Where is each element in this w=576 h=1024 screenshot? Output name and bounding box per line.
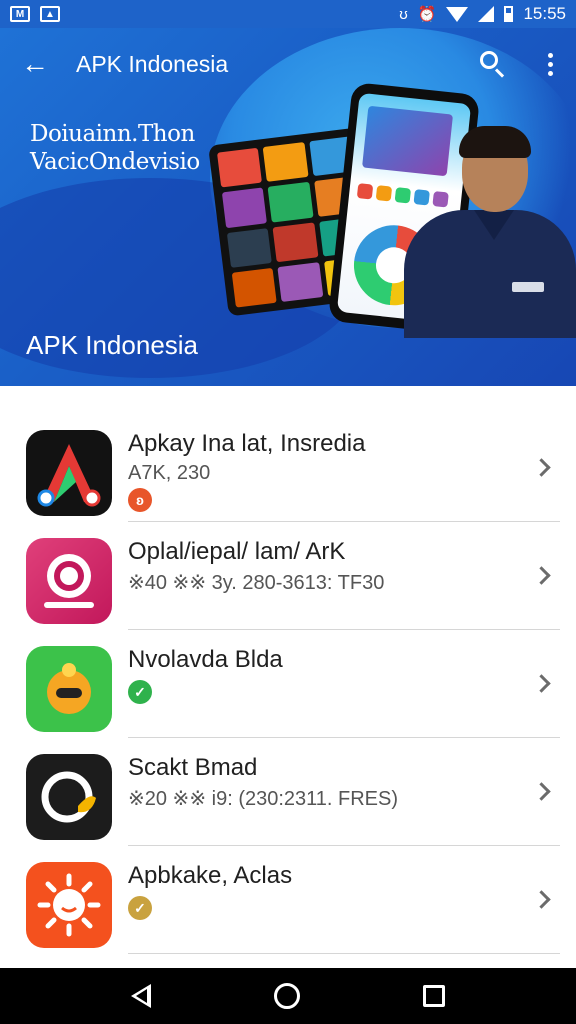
arrow-left-icon: ← xyxy=(21,48,49,79)
camera-face-icon xyxy=(44,554,94,608)
promo-headline: Doiuainn.Thon VacicOndevisio xyxy=(30,120,200,176)
search-button[interactable] xyxy=(478,49,508,79)
header-banner: ← APK Indonesia Doiuainn.Thon VacicOndev… xyxy=(0,28,576,386)
more-vert-icon xyxy=(547,52,553,58)
app-subtitle: ※40 ※※ 3y. 280-3613: TF30 xyxy=(128,572,385,594)
app-icon-pink-camera xyxy=(26,538,112,624)
app-list-item[interactable]: Apbkake, Aclas ✓ xyxy=(0,832,576,954)
phone-app-icon xyxy=(375,185,393,202)
person-badge xyxy=(512,282,544,292)
app-list: Apkay Ina lat, Insredia A7K, 230 ʚ Oplal… xyxy=(0,400,576,1024)
app-screen: M ▲ ʊ ⏰ 15:55 ← APK Indonesia Doiuainn.T… xyxy=(0,0,576,1024)
tablet-tile xyxy=(221,187,268,228)
app-list-item[interactable]: Nvolavda Blda ✓ xyxy=(0,616,576,738)
app-title: Scakt Bmad xyxy=(128,754,258,781)
app-subtitle: A7K, 230 xyxy=(128,462,211,484)
tablet-tile xyxy=(277,261,324,302)
tablet-tile xyxy=(262,142,309,183)
toolbar: ← APK Indonesia xyxy=(0,28,576,100)
chevron-right-icon xyxy=(530,564,552,586)
back-button[interactable]: ← xyxy=(18,47,52,81)
wifi-icon xyxy=(446,6,469,22)
app-list-item[interactable]: Apkay Ina lat, Insredia A7K, 230 ʚ xyxy=(0,400,576,522)
tablet-tile xyxy=(272,221,319,262)
system-navigation-bar xyxy=(0,968,576,1024)
tablet-tile xyxy=(231,267,278,308)
chevron-right-icon xyxy=(530,780,552,802)
app-icon-orange-sun xyxy=(26,862,112,948)
nav-home-icon[interactable] xyxy=(273,983,300,1009)
app-subtitle: ※20 ※※ i9: (230:2311. FRES) xyxy=(128,788,399,810)
phone-app-icon xyxy=(356,183,374,200)
more-vert-dot xyxy=(547,70,553,76)
app-list-item[interactable]: Scakt Bmad ※20 ※※ i9: (230:2311. FRES) xyxy=(0,724,576,846)
promo-line-2: VacicOndevisio xyxy=(30,149,200,175)
verified-check-icon: ✓ xyxy=(128,680,152,704)
app-title: Nvolavda Blda xyxy=(128,646,283,673)
search-icon xyxy=(480,51,498,69)
more-vert-dot xyxy=(547,61,553,67)
ring-leaf-icon xyxy=(41,771,96,823)
status-bar: M ▲ ʊ ⏰ 15:55 xyxy=(0,0,576,28)
letter-a-icon xyxy=(37,444,101,507)
app-list-item[interactable]: Oplal/iepal/ lam/ ArK ※40 ※※ 3y. 280-361… xyxy=(0,508,576,630)
app-icon-dark-ring xyxy=(26,754,112,840)
person-illustration xyxy=(404,126,576,338)
mail-notification-icon: M xyxy=(10,6,30,22)
app-icon-green-android xyxy=(26,646,112,732)
verified-check-icon: ✓ xyxy=(128,896,152,920)
signal-icon xyxy=(478,6,495,22)
more-options-button[interactable] xyxy=(542,49,558,79)
app-icon-apk-a xyxy=(26,430,112,516)
nav-back-icon[interactable] xyxy=(131,984,152,1008)
app-title: Apkay Ina lat, Insredia xyxy=(128,430,366,457)
chevron-right-icon xyxy=(530,672,552,694)
person-hair xyxy=(459,126,531,158)
android-face-icon xyxy=(47,663,91,714)
toolbar-title: APK Indonesia xyxy=(76,50,229,77)
status-time: 15:55 xyxy=(523,4,566,23)
sun-face-icon xyxy=(37,873,101,937)
app-title: Oplal/iepal/ lam/ ArK xyxy=(128,538,346,565)
battery-icon xyxy=(504,6,514,22)
header-brand-title: APK Indonesia xyxy=(26,330,199,360)
app-title: Apbkake, Aclas xyxy=(128,862,293,889)
promo-line-1: Doiuainn.Thon xyxy=(30,121,195,147)
tablet-tile xyxy=(216,147,263,188)
tablet-tile xyxy=(226,227,273,268)
chevron-right-icon xyxy=(530,456,552,478)
vibrate-icon: ʊ xyxy=(399,5,408,23)
nav-recents-icon[interactable] xyxy=(422,985,445,1007)
tablet-tile xyxy=(267,182,314,223)
search-icon-handle xyxy=(494,68,505,78)
alarm-icon: ⏰ xyxy=(417,6,437,23)
chevron-right-icon xyxy=(530,888,552,910)
gallery-notification-icon: ▲ xyxy=(40,6,60,22)
